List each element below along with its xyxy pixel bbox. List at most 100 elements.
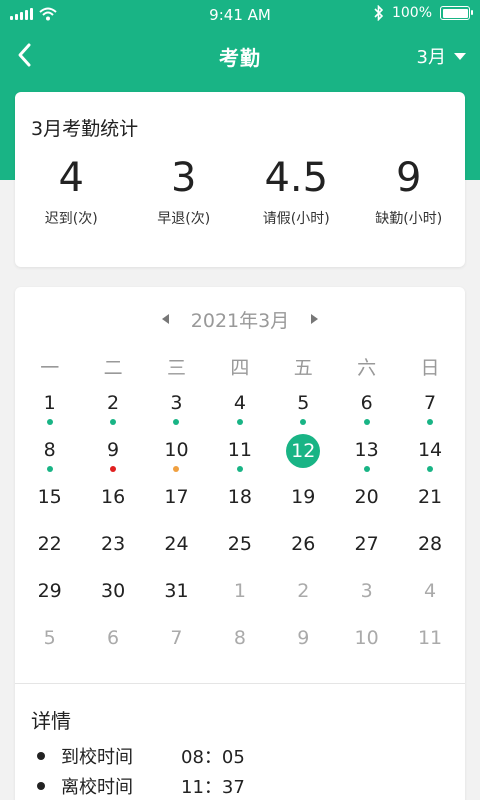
calendar-day[interactable]: 28 (398, 528, 461, 575)
stat-label: 迟到(次) (44, 211, 98, 227)
calendar-title: 2021年3月 (190, 309, 290, 332)
stat-label: 请假(小时) (262, 211, 330, 227)
stat-label: 缺勤(小时) (375, 211, 443, 227)
attendance-dot-green (363, 466, 370, 472)
status-right: 100% (374, 5, 473, 21)
day-number: 5 (43, 627, 56, 649)
weekday-label: 二 (103, 357, 123, 379)
calendar-day[interactable]: 15 (18, 481, 81, 528)
detail-item-arrival: 到校时间 08：05 (37, 741, 245, 771)
calendar-day[interactable]: 5 (18, 622, 81, 669)
stat-late[interactable]: 4 迟到(次) (15, 152, 128, 228)
day-number: 6 (360, 392, 373, 414)
day-number: 18 (227, 486, 252, 508)
calendar-day[interactable]: 2 (272, 575, 335, 622)
calendar-day[interactable]: 8 (208, 622, 271, 669)
calendar-day[interactable]: 20 (335, 481, 398, 528)
day-number: 26 (291, 533, 316, 555)
calendar-week-row: 22 23 24 25 26 27 28 (18, 528, 462, 575)
calendar-day[interactable]: 6 (335, 387, 398, 434)
calendar-day-selected[interactable]: 12 (272, 434, 335, 481)
battery-fill (442, 8, 468, 18)
calendar-day[interactable]: 2 (81, 387, 144, 434)
day-number: 21 (417, 486, 443, 508)
attendance-dot-green (46, 466, 53, 472)
stat-early-leave[interactable]: 3 早退(次) (128, 152, 241, 228)
page-title: 考勤 (219, 46, 261, 70)
calendar-day[interactable]: 11 (208, 434, 271, 481)
calendar-grid: 1 2 3 4 5 6 7 8 9 10 11 12 13 14 15 16 17 18 19 20 21 22 23 24 2… (18, 387, 462, 669)
calendar-day[interactable]: 13 (335, 434, 398, 481)
stats-title: 3月考勤统计 (31, 118, 139, 140)
calendar-day[interactable]: 21 (398, 481, 461, 528)
calendar-day[interactable]: 24 (145, 528, 208, 575)
day-number: 1 (233, 580, 246, 602)
day-number: 8 (43, 439, 56, 461)
detail-label: 离校时间 (61, 777, 133, 798)
calendar-day[interactable]: 9 (272, 622, 335, 669)
stat-leave[interactable]: 4.5 请假(小时) (240, 152, 353, 228)
next-month-icon[interactable] (311, 314, 319, 324)
attendance-dot-green (46, 419, 53, 425)
weekday-label: 三 (166, 357, 186, 379)
calendar-day[interactable]: 10 (335, 622, 398, 669)
calendar-week-row: 5 6 7 8 9 10 11 (18, 622, 462, 669)
stat-value: 3 (171, 155, 197, 201)
calendar-day[interactable]: 16 (81, 481, 144, 528)
calendar-day[interactable]: 26 (272, 528, 335, 575)
weekday-label: 一 (40, 357, 60, 379)
calendar-day[interactable]: 11 (398, 622, 461, 669)
calendar-day[interactable]: 3 (335, 575, 398, 622)
calendar-day[interactable]: 8 (18, 434, 81, 481)
calendar-day[interactable]: 17 (145, 481, 208, 528)
calendar-day[interactable]: 4 (208, 387, 271, 434)
calendar-day[interactable]: 1 (18, 387, 81, 434)
calendar-day[interactable]: 29 (18, 575, 81, 622)
day-number: 16 (100, 486, 126, 508)
attendance-dot-green (236, 419, 243, 425)
calendar-day[interactable]: 18 (208, 481, 271, 528)
calendar-day[interactable]: 1 (208, 575, 271, 622)
calendar-day[interactable]: 27 (335, 528, 398, 575)
day-number: 12 (286, 434, 321, 468)
calendar-day[interactable]: 6 (81, 622, 144, 669)
calendar-day[interactable]: 25 (208, 528, 271, 575)
calendar-day[interactable]: 10 (145, 434, 208, 481)
calendar-day[interactable]: 23 (81, 528, 144, 575)
calendar-day[interactable]: 7 (145, 622, 208, 669)
calendar-day[interactable]: 4 (398, 575, 461, 622)
calendar-day[interactable]: 3 (145, 387, 208, 434)
day-number: 11 (227, 439, 252, 461)
day-number: 23 (100, 533, 126, 555)
stat-label: 早退(次) (157, 211, 211, 227)
calendar-day[interactable]: 9 (81, 434, 144, 481)
day-number: 4 (233, 392, 246, 414)
calendar-day[interactable]: 14 (398, 434, 461, 481)
day-number: 1 (43, 392, 56, 414)
weekday-label: 五 (293, 357, 313, 379)
attendance-dot-red (110, 466, 117, 472)
day-number: 19 (291, 486, 316, 508)
calendar-day[interactable]: 5 (272, 387, 335, 434)
calendar-day[interactable]: 7 (398, 387, 461, 434)
prev-month-icon[interactable] (161, 314, 169, 324)
day-number: 15 (37, 486, 62, 508)
calendar-week-row: 1 2 3 4 5 6 7 (18, 387, 462, 434)
day-number: 30 (100, 580, 126, 602)
calendar-day[interactable]: 31 (145, 575, 208, 622)
stat-absence[interactable]: 9 缺勤(小时) (353, 152, 466, 228)
calendar-day[interactable]: 19 (272, 481, 335, 528)
calendar-day[interactable]: 30 (81, 575, 144, 622)
calendar-header: 2021年3月 (15, 305, 465, 333)
calendar-week-row: 8 9 10 11 12 13 14 (18, 434, 462, 481)
day-number: 27 (354, 533, 379, 555)
day-number: 9 (107, 439, 120, 461)
day-number: 3 (360, 580, 373, 602)
attendance-dot-green (427, 419, 434, 425)
calendar-day[interactable]: 22 (18, 528, 81, 575)
day-number: 25 (227, 533, 252, 555)
month-selector[interactable]: 3月 (417, 43, 466, 69)
details-list: 到校时间 08：05 离校时间 11：37 (37, 741, 245, 800)
weekday-row: 一 二 三 四 五 六 日 (18, 353, 462, 380)
stats-card: 3月考勤统计 4 迟到(次) 3 早退(次) 4.5 请假(小时) 9 缺勤(小… (15, 92, 465, 267)
